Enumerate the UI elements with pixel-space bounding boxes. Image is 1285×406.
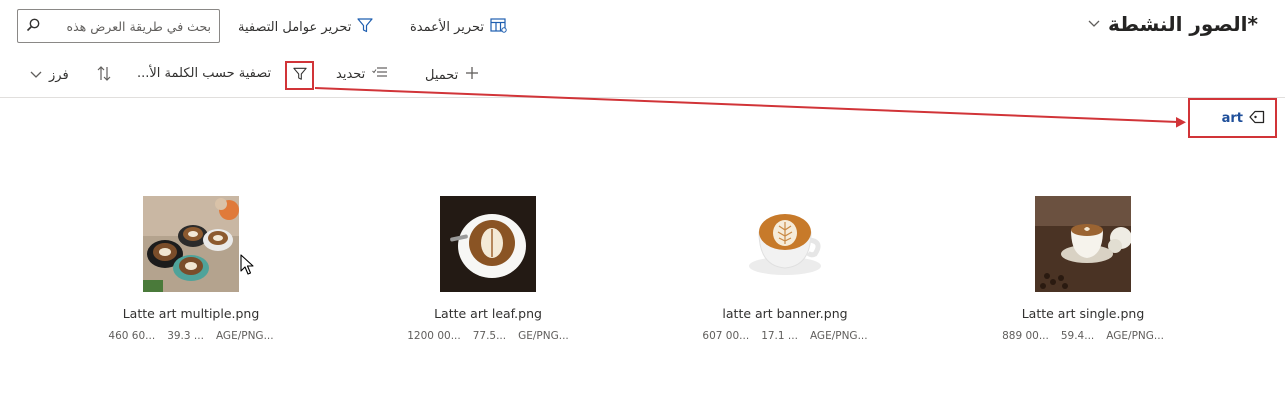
file-card[interactable]: latte art banner.png ...AGE/PNG ... 17.1… [690,196,880,342]
sort-label: فرز [49,68,69,83]
file-card[interactable]: Latte art single.png ...AGE/PNG ...59.4 … [988,196,1178,342]
file-name: latte art banner.png [722,306,848,321]
search-input[interactable]: بحث في طريقة العرض هذه [17,9,220,43]
tag-icon [1249,109,1265,128]
file-dimensions: ...00 607 [702,330,750,342]
active-filter-tag[interactable]: art [1188,98,1277,138]
filter-icon [292,66,307,85]
chevron-down-icon [30,68,42,83]
file-dimensions: ...60 460 [108,330,156,342]
latte-banner-image [737,196,833,292]
file-size: ...77.5 [472,330,507,342]
upload-button[interactable]: تحميل [425,66,479,84]
filter-button[interactable] [285,61,314,90]
command-bar-divider [0,97,1285,98]
filter-by-keyword-button[interactable]: تصفية حسب الكلمة الأ... [137,66,271,81]
select-button[interactable]: تحديد [336,66,388,82]
columns-icon [490,18,507,37]
file-name: Latte art leaf.png [434,306,542,321]
select-label: تحديد [336,66,366,82]
edit-columns-button[interactable]: تحرير الأعمدة [410,18,507,37]
file-meta: ...AGE/PNG ... 39.3 ...60 460 [96,330,286,342]
latte-single-image [1035,196,1131,292]
active-filter-tag-label: art [1221,110,1243,126]
file-name: Latte art single.png [1021,306,1145,321]
edit-filters-button[interactable]: تحرير عوامل التصفية [238,18,373,37]
edit-filters-label: تحرير عوامل التصفية [238,20,352,35]
filter-icon [357,18,373,37]
mouse-cursor-icon [240,254,254,275]
file-size: ... 39.3 [167,330,204,342]
plus-icon [465,66,479,84]
filter-by-keyword-label: تصفية حسب الكلمة الأ... [137,66,272,81]
file-size: ...59.4 [1060,330,1095,342]
file-type: ...AGE/PNG [1106,330,1164,342]
file-dimensions: ...00 889 [1002,330,1049,342]
file-dimensions: ...00 1200 [407,330,461,342]
chevron-down-icon[interactable] [1088,17,1100,31]
file-meta: ...GE/PNG ...77.5 ...00 1200 [393,330,583,342]
sort-button[interactable]: فرز [30,66,111,85]
latte-leaf-image [440,196,536,292]
file-type: ...AGE/PNG [809,330,868,342]
file-name: Latte art multiple.png [122,306,260,321]
file-card[interactable]: Latte art multiple.png ...AGE/PNG ... 39… [96,196,286,342]
file-meta: ...AGE/PNG ...59.4 ...00 889 [988,330,1178,342]
edit-columns-label: تحرير الأعمدة [410,20,485,35]
search-icon [26,17,40,36]
file-type: ...AGE/PNG [215,330,274,342]
file-meta: ...AGE/PNG ... 17.1 ...00 607 [690,330,880,342]
page-title[interactable]: *الصور النشطة [1088,12,1258,36]
file-size: ... 17.1 [761,330,798,342]
select-list-icon [372,66,388,82]
latte-multiple-image [143,196,239,292]
file-type: ...GE/PNG [518,330,569,342]
upload-label: تحميل [425,67,459,83]
file-card[interactable]: Latte art leaf.png ...GE/PNG ...77.5 ...… [393,196,583,342]
search-placeholder: بحث في طريقة العرض هذه [66,18,211,34]
page-title-text: *الصور النشطة [1107,12,1258,36]
sort-icon [97,66,111,85]
